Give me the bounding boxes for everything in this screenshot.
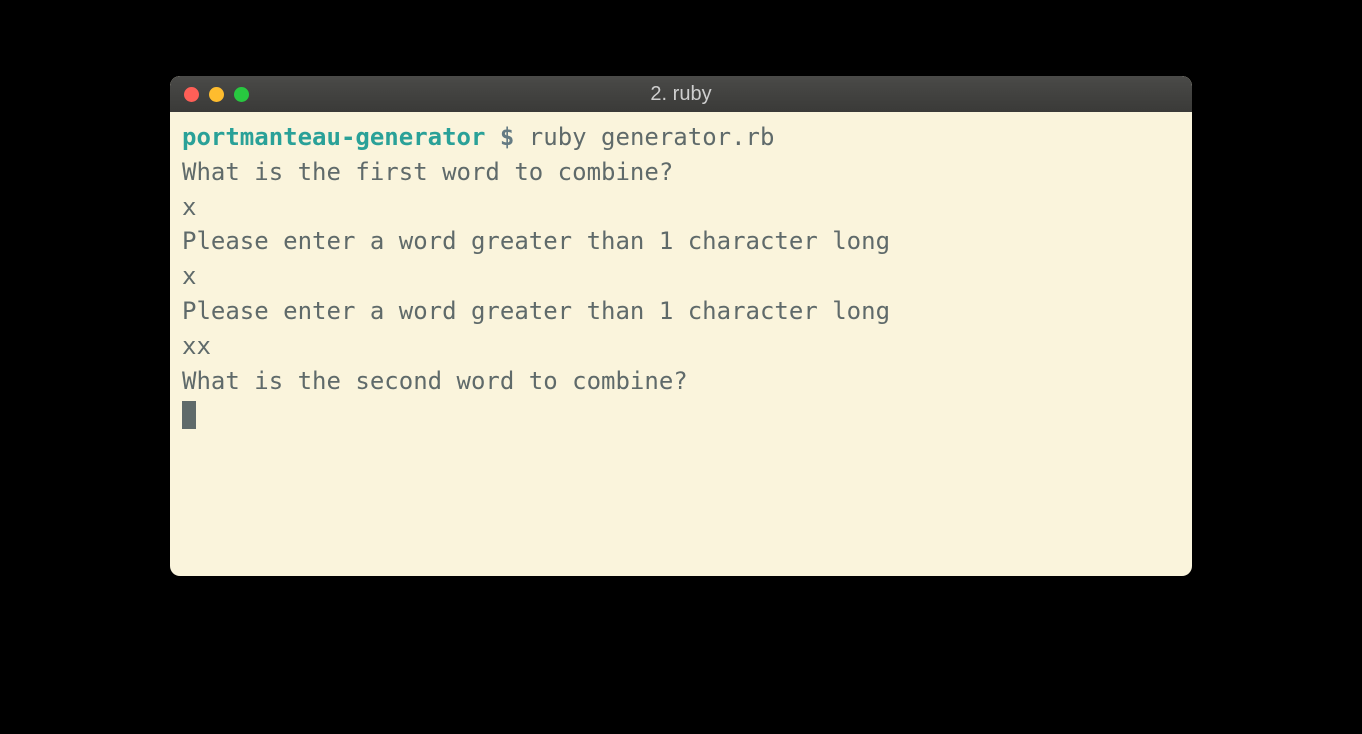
input-line: x (182, 259, 1180, 294)
output-line: What is the first word to combine? (182, 155, 1180, 190)
prompt-directory: portmanteau-generator (182, 123, 485, 151)
titlebar[interactable]: 2. ruby (170, 76, 1192, 112)
command-text: ruby generator.rb (529, 123, 775, 151)
traffic-lights (184, 87, 249, 102)
output-line: Please enter a word greater than 1 chara… (182, 294, 1180, 329)
close-icon[interactable] (184, 87, 199, 102)
input-line: x (182, 190, 1180, 225)
maximize-icon[interactable] (234, 87, 249, 102)
prompt-symbol: $ (485, 123, 528, 151)
input-line: xx (182, 329, 1180, 364)
output-line: What is the second word to combine? (182, 364, 1180, 399)
cursor-line (182, 398, 1180, 433)
output-line: Please enter a word greater than 1 chara… (182, 224, 1180, 259)
terminal-window: 2. ruby portmanteau-generator $ ruby gen… (170, 76, 1192, 576)
minimize-icon[interactable] (209, 87, 224, 102)
terminal-body[interactable]: portmanteau-generator $ ruby generator.r… (170, 112, 1192, 576)
window-title: 2. ruby (650, 83, 711, 106)
prompt-line: portmanteau-generator $ ruby generator.r… (182, 120, 1180, 155)
cursor-icon (182, 401, 196, 429)
